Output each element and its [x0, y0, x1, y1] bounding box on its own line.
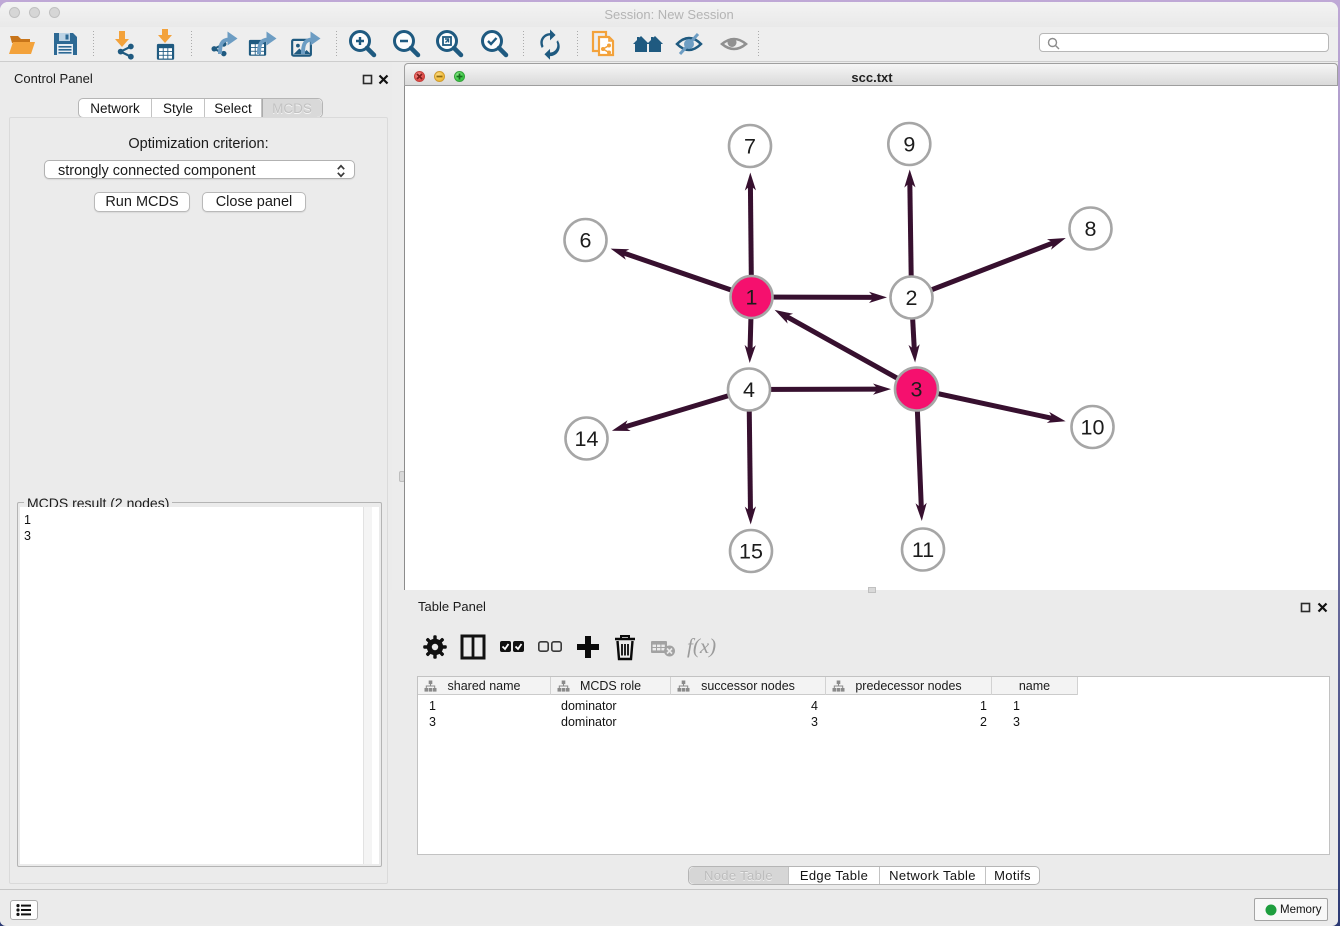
svg-text:11: 11 — [912, 538, 934, 562]
svg-text:15: 15 — [739, 540, 763, 564]
svg-text:8: 8 — [1085, 217, 1097, 241]
svg-text:4: 4 — [743, 378, 755, 402]
svg-text:1: 1 — [746, 286, 758, 310]
svg-text:10: 10 — [1081, 416, 1105, 440]
svg-text:2: 2 — [906, 286, 918, 310]
svg-text:14: 14 — [575, 427, 599, 451]
svg-text:3: 3 — [911, 378, 923, 402]
svg-text:7: 7 — [744, 135, 756, 159]
svg-text:6: 6 — [580, 229, 592, 253]
svg-text:9: 9 — [903, 133, 915, 157]
